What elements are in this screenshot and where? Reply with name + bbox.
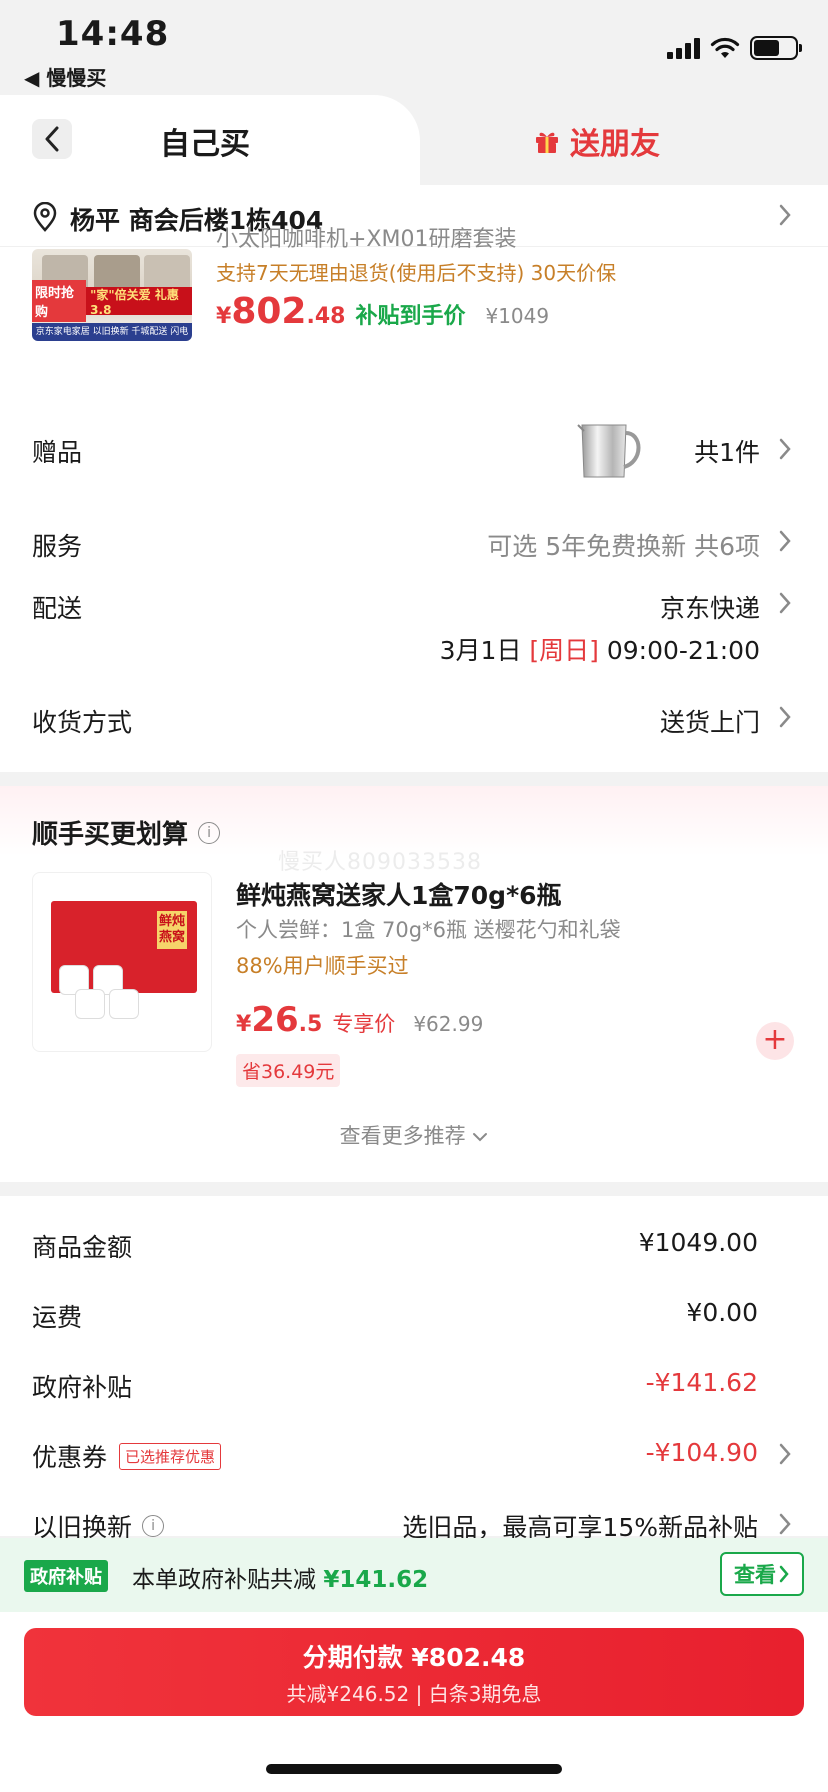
service-label: 服务 xyxy=(32,532,83,561)
delivery-weekday: [周日] xyxy=(529,636,599,665)
chevron-right-icon xyxy=(778,591,792,615)
chevron-right-icon xyxy=(778,203,792,227)
goods-amount-value: ¥1049.00 xyxy=(638,1228,758,1257)
view-subsidy-label: 查看 xyxy=(734,1563,776,1587)
info-icon[interactable]: i xyxy=(142,1515,165,1537)
battery-icon xyxy=(750,36,802,60)
tab-self-buy[interactable]: 自己买 xyxy=(0,95,420,185)
status-icons xyxy=(667,34,802,62)
more-recommend-link[interactable]: 查看更多推荐 xyxy=(0,1120,828,1150)
price-integer: 26 xyxy=(251,1000,299,1040)
price-integer: 802 xyxy=(231,291,307,332)
recommend-product-name[interactable]: 鲜炖燕窝送家人1盒70g*6瓶 xyxy=(236,876,562,912)
save-badge: 省36.49元 xyxy=(236,1054,341,1087)
installment-pay-button[interactable]: 分期付款 ¥802.48 共减¥246.52 | 白条3期免息 xyxy=(24,1628,804,1716)
delivery-time[interactable]: 3月1日 [周日] 09:00-21:00 xyxy=(440,631,760,667)
coupon-row[interactable]: 优惠券 已选推荐优惠 xyxy=(32,1438,222,1474)
delivery-window: 09:00-21:00 xyxy=(606,636,760,665)
thumbnail-promo-event: "家"倍关爱 礼惠3.8 xyxy=(90,287,179,317)
tab-self-label: 自己买 xyxy=(160,127,250,162)
jar-image xyxy=(109,989,139,1019)
wifi-icon xyxy=(710,37,740,58)
chevron-right-icon xyxy=(779,1565,789,1583)
thumbnail-promo-flash: 限时抢购 xyxy=(32,280,87,322)
tab-friend-label: 送朋友 xyxy=(570,127,660,162)
coupon-tag: 已选推荐优惠 xyxy=(119,1442,222,1470)
delivery-label: 配送 xyxy=(32,594,83,623)
price-symbol: ¥ xyxy=(236,1012,252,1037)
product-name[interactable]: 小太阳咖啡机+XM01研磨套装 xyxy=(216,221,516,253)
product-thumbnail[interactable]: 限时抢购 "家"倍关爱 礼惠3.8 京东家电家居 以旧换新 千城配送 闪电发货 xyxy=(32,249,192,341)
chevron-right-icon xyxy=(778,1512,792,1536)
home-indicator[interactable] xyxy=(266,1764,562,1774)
goods-amount-label: 商品金额 xyxy=(32,1233,133,1262)
info-icon[interactable]: i xyxy=(198,821,221,844)
exclusive-price-label: 专享价 xyxy=(332,1012,396,1036)
add-to-order-button[interactable]: + xyxy=(756,1022,794,1060)
more-recommend-text: 查看更多推荐 xyxy=(339,1124,466,1148)
service-value[interactable]: 可选 5年免费换新 共6项 xyxy=(487,527,760,563)
product-price: ¥ 802 .48 补贴到手价 ¥1049 xyxy=(216,291,549,332)
coupon-value[interactable]: -¥104.90 xyxy=(646,1438,758,1467)
chevron-left-icon xyxy=(45,126,59,152)
subsidy-text-label: 本单政府补贴共减 xyxy=(132,1567,316,1593)
bottom-action-area: 分期付款 ¥802.48 共减¥246.52 | 白条3期免息 xyxy=(0,1612,828,1792)
subsidy-text: 本单政府补贴共减 ¥141.62 xyxy=(132,1560,428,1594)
tab-send-friend[interactable]: 送朋友 xyxy=(534,119,660,163)
recommend-product-thumbnail[interactable]: 鲜炖燕窝 xyxy=(32,872,212,1052)
shipping-label: 运费 xyxy=(32,1303,83,1332)
chevron-right-icon xyxy=(778,437,792,461)
recommend-title: 顺手买更划算 i xyxy=(32,814,221,851)
milk-pitcher-image[interactable] xyxy=(576,421,648,481)
recommend-title-text: 顺手买更划算 xyxy=(32,820,189,850)
thumbnail-service-strip: 京东家电家居 以旧换新 千城配送 闪电发货 xyxy=(32,323,192,341)
recommend-section: 顺手买更划算 i 慢买人809033538 鲜炖燕窝 鲜炖燕窝送家人1盒70g*… xyxy=(0,786,828,1182)
original-price: ¥62.99 xyxy=(413,1012,484,1036)
subsidy-amount: ¥141.62 xyxy=(323,1567,429,1593)
status-time: 14:48 xyxy=(56,14,170,54)
recommend-product-desc: 个人尝鲜：1盒 70g*6瓶 送樱花勺和礼袋 xyxy=(236,918,621,942)
gov-subsidy-value: -¥141.62 xyxy=(645,1368,758,1397)
chevron-down-icon xyxy=(473,1133,488,1142)
order-main-section: 杨平 商会后楼1栋404 限时抢购 "家"倍关爱 礼惠3.8 京东家电家居 以旧… xyxy=(0,185,828,772)
price-summary: 商品金额 ¥1049.00 运费 ¥0.00 政府补贴 -¥141.62 优惠券… xyxy=(0,1196,828,1542)
shipping-value: ¥0.00 xyxy=(686,1298,758,1327)
price-symbol: ¥ xyxy=(216,304,232,329)
subsidy-tag: 政府补贴 xyxy=(24,1560,108,1592)
receive-method-label: 收货方式 xyxy=(32,708,133,737)
pay-button-main: 分期付款 ¥802.48 xyxy=(302,1643,526,1672)
coupon-label: 优惠券 xyxy=(32,1443,108,1472)
location-pin-icon xyxy=(33,202,57,232)
purchase-mode-tabs: 自己买 送朋友 xyxy=(0,95,828,185)
price-decimal: .48 xyxy=(306,304,346,329)
subsidy-bar: 政府补贴 本单政府补贴共减 ¥141.62 查看 xyxy=(0,1538,828,1612)
thumbnail-promo-banner: 限时抢购 "家"倍关爱 礼惠3.8 xyxy=(32,280,192,322)
pay-button-sub: 共减¥246.52 | 白条3期免息 xyxy=(286,1682,542,1706)
receive-method-value[interactable]: 送货上门 xyxy=(660,703,760,739)
back-button[interactable] xyxy=(32,119,72,159)
product-policy: 支持7天无理由退货(使用后不支持) 30天价保 xyxy=(216,261,617,285)
recommend-users-stat: 88%用户顺手买过 xyxy=(236,954,409,978)
gift-icon xyxy=(536,132,558,153)
watermark: 慢买人809033538 xyxy=(278,850,482,875)
delivery-carrier[interactable]: 京东快递 xyxy=(660,589,760,625)
price-decimal: .5 xyxy=(298,1012,323,1037)
recommend-price: ¥ 26 .5 专享价 ¥62.99 xyxy=(236,1000,483,1040)
status-bar: 14:48 ◀ 慢慢买 xyxy=(0,0,828,95)
gift-count[interactable]: 共1件 xyxy=(694,433,760,469)
chevron-right-icon xyxy=(778,529,792,553)
gov-subsidy-label: 政府补贴 xyxy=(32,1373,133,1402)
gift-box-label: 鲜炖燕窝 xyxy=(157,911,187,949)
jar-image xyxy=(75,989,105,1019)
signal-icon xyxy=(667,37,700,59)
delivery-date: 3月1日 xyxy=(439,636,522,665)
gift-label: 赠品 xyxy=(32,438,83,467)
view-subsidy-button[interactable]: 查看 xyxy=(720,1552,804,1596)
subsidy-price-label: 补贴到手价 xyxy=(355,304,466,329)
chevron-right-icon xyxy=(778,1442,792,1466)
chevron-right-icon xyxy=(778,705,792,729)
original-price: ¥1049 xyxy=(485,304,550,328)
back-to-app-link[interactable]: ◀ 慢慢买 xyxy=(24,62,106,91)
